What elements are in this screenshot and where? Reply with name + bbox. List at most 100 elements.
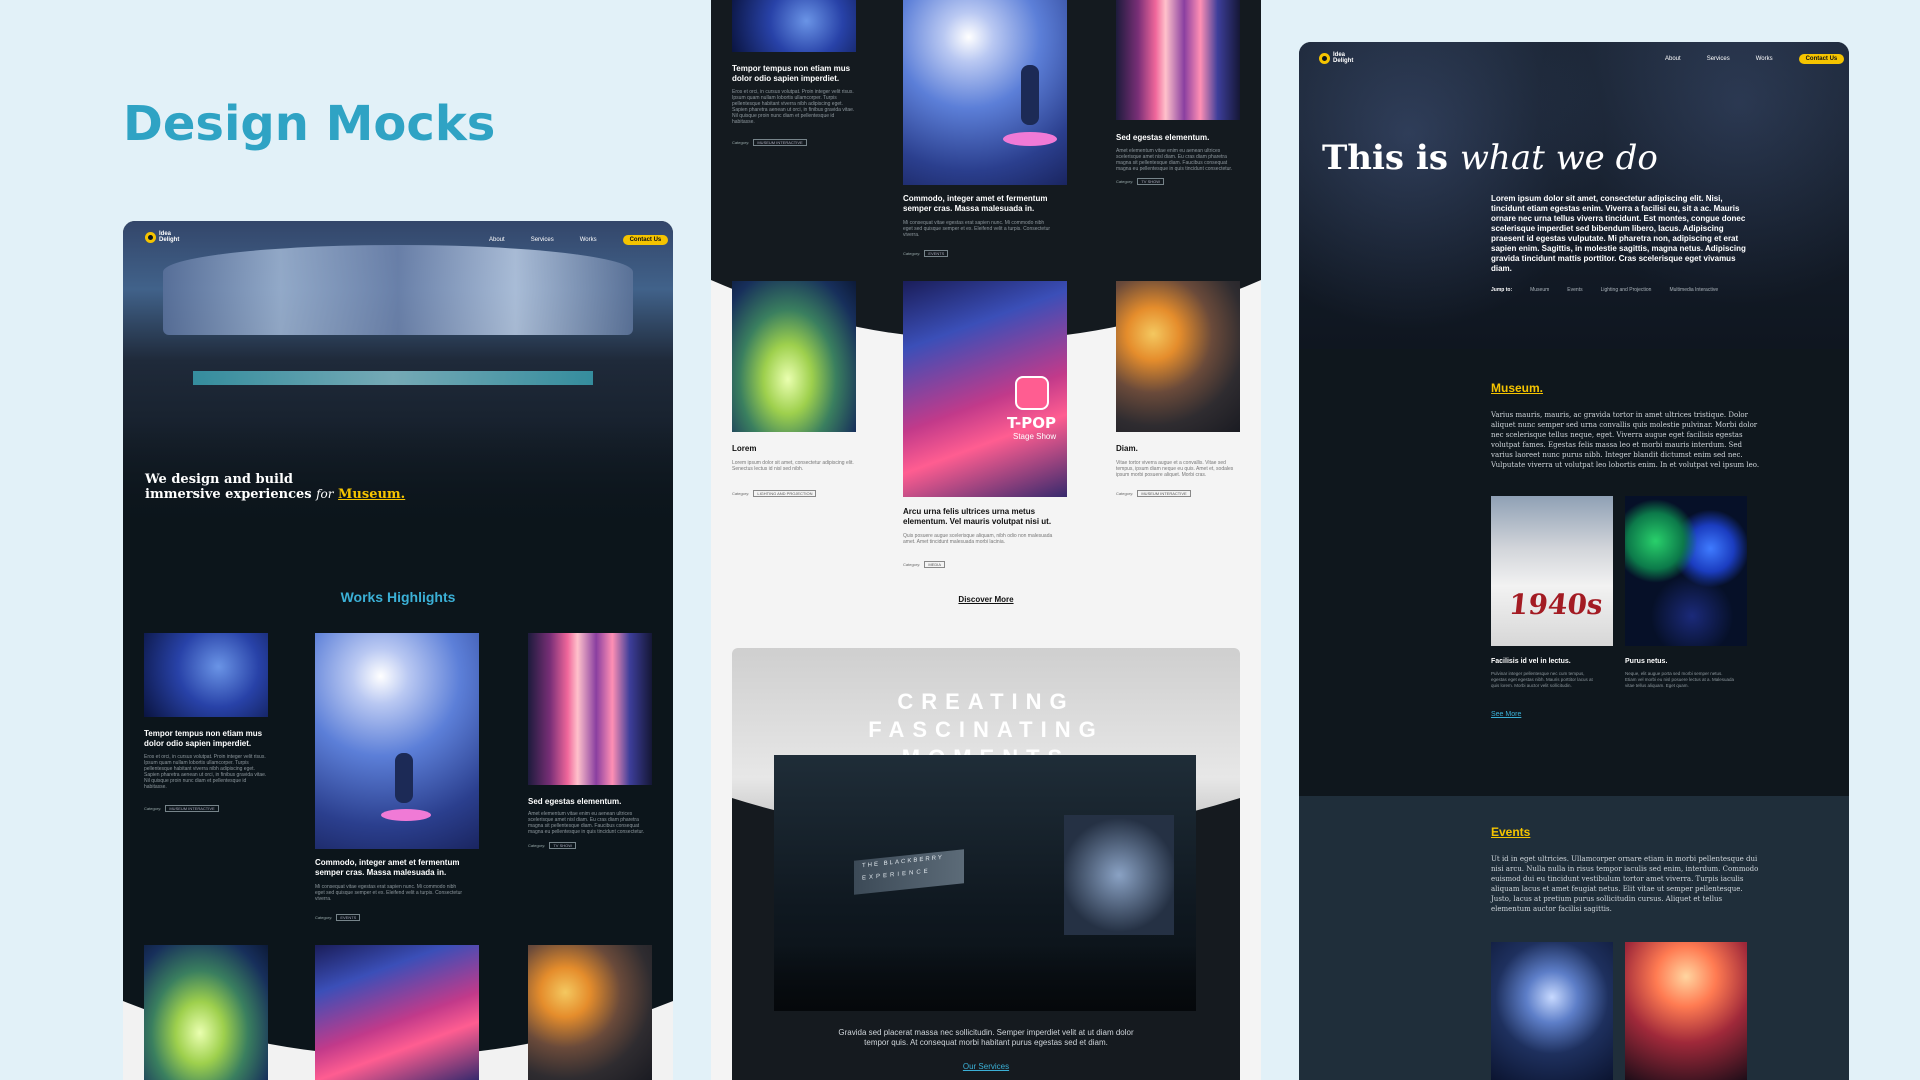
museum-body: Varius mauris, mauris, ac gravida tortor… [1491, 411, 1760, 469]
museum-card-1-title[interactable]: Facilisis id vel in lectus. [1491, 657, 1613, 667]
work-image-6[interactable] [528, 945, 652, 1080]
events-title: Events [1491, 825, 1531, 839]
category-label: Category: [144, 806, 162, 811]
nav-works[interactable]: Works [580, 237, 597, 243]
museum-card-2-title[interactable]: Purus netus. [1625, 657, 1747, 667]
works-card-1-category: Category: MUSEUM INTERACTIVE [732, 139, 807, 146]
top-nav: About Services Works Contact Us [489, 235, 669, 245]
tpop-subtext: Stage Show [1013, 432, 1057, 441]
nav-about[interactable]: About [489, 237, 505, 243]
category-tag[interactable]: MUSEUM INTERACTIVE [1137, 490, 1191, 497]
works-image-5[interactable]: T-POP Stage Show [903, 281, 1067, 497]
logo-text-2: Delight [1333, 58, 1354, 64]
work-image-3[interactable] [528, 633, 652, 785]
mock-services-page: Idea Delight About Services Works Contact… [1299, 42, 1849, 1080]
work-image-2[interactable] [315, 633, 479, 849]
category-tag[interactable]: EVENTS [336, 914, 361, 921]
work-image-4[interactable] [144, 945, 268, 1080]
hero-title-italic: what we do [1459, 138, 1658, 178]
works-card-3-title[interactable]: Sed egestas elementum. [1116, 133, 1240, 143]
museum-image-1940s[interactable]: 1940s [1491, 496, 1613, 646]
hero-body: Lorem ipsum dolor sit amet, consectetur … [1491, 194, 1746, 273]
logo-text-2: Delight [159, 237, 180, 243]
brand-logo[interactable]: Idea Delight [145, 231, 179, 243]
page-title: Design Mocks [123, 96, 496, 152]
events-body: Ut id in eget ultricies. Ullamcorper orn… [1491, 855, 1759, 913]
logo-mark-icon [145, 231, 156, 243]
card-1-category: Category: MUSEUM INTERACTIVE [144, 805, 219, 812]
category-tag[interactable]: LIGHTING AND PROJECTION [753, 490, 817, 497]
nav-works[interactable]: Works [1756, 56, 1773, 62]
img-1940s-text: 1940s [1507, 588, 1605, 621]
category-tag[interactable]: TV SHOW [549, 842, 577, 849]
nav-services[interactable]: Services [531, 237, 554, 243]
card-2-title[interactable]: Commodo, integer amet et fermentum sempe… [315, 858, 479, 878]
category-tag[interactable]: MUSEUM INTERACTIVE [165, 805, 219, 812]
museum-image-bokeh[interactable] [1625, 496, 1747, 646]
contact-button[interactable]: Contact Us [622, 235, 669, 245]
category-tag[interactable]: TV SHOW [1137, 178, 1165, 185]
card-2-category: Category: EVENTS [315, 914, 361, 921]
jump-link-lighting[interactable]: Lighting and Projection [1601, 287, 1652, 293]
category-tag[interactable]: MUSEUM INTERACTIVE [753, 139, 807, 146]
card-2-body: Mi consequat vitae egestas erat sapien n… [315, 884, 463, 902]
works-card-3-category: Category: TV SHOW [1116, 178, 1165, 185]
banner-line-1: CREATING [897, 689, 1075, 714]
jump-link-museum[interactable]: Museum [1530, 287, 1549, 293]
discover-more-link[interactable]: Discover More [711, 595, 1261, 604]
category-label: Category: [732, 140, 750, 145]
card-1-title[interactable]: Tempor tempus non etiam mus dolor odio s… [144, 729, 268, 749]
category-label: Category: [315, 915, 333, 920]
category-tag[interactable]: MEDIA [924, 561, 946, 568]
works-card-4-category: Category: LIGHTING AND PROJECTION [732, 490, 817, 497]
card-3-body: Amet elementum vitae enim eu aenean ultr… [528, 811, 645, 835]
hero-heading: We design and build immersive experience… [145, 473, 405, 502]
banner-caption: Gravida sed placerat massa nec sollicitu… [838, 1028, 1134, 1047]
category-label: Category: [732, 491, 750, 496]
tpop-text: T-POP [1007, 414, 1056, 432]
hero-line-2: immersive experiences [145, 487, 312, 502]
works-card-3-body: Amet elementum vitae enim eu aenean ultr… [1116, 148, 1233, 172]
category-label: Category: [903, 251, 921, 256]
hero-highlight[interactable]: Museum. [338, 487, 405, 502]
works-card-6-title[interactable]: Diam. [1116, 444, 1240, 454]
works-image-6[interactable] [1116, 281, 1240, 432]
works-image-4[interactable] [732, 281, 856, 432]
works-card-1-title[interactable]: Tempor tempus non etiam mus dolor odio s… [732, 64, 856, 84]
museum-card-2-body: Neque, elit augue porta sed morbi semper… [1625, 671, 1735, 688]
category-label: Category: [1116, 491, 1134, 496]
category-tag[interactable]: EVENTS [924, 250, 949, 257]
works-image-3[interactable] [1116, 0, 1240, 120]
works-card-4-body: Lorem ipsum dolor sit amet, consectetur … [732, 460, 854, 472]
card-3-title[interactable]: Sed egestas elementum. [528, 797, 652, 807]
jump-link-multimedia[interactable]: Multimedia Interactive [1669, 287, 1718, 293]
works-highlights-title: Works Highlights [340, 589, 456, 605]
works-card-6-body: Vitae tortor viverra augue et a convalli… [1116, 460, 1234, 478]
contact-button[interactable]: Contact Us [1798, 54, 1845, 64]
hero-title: This is what we do [1322, 138, 1658, 178]
nav-about[interactable]: About [1665, 56, 1681, 62]
work-image-1[interactable] [144, 633, 268, 717]
nav-services[interactable]: Services [1707, 56, 1730, 62]
works-card-1-body: Eros et orci, in cursus volutpat. Proin … [732, 89, 855, 125]
jump-link-events[interactable]: Events [1567, 287, 1582, 293]
category-label: Category: [903, 562, 921, 567]
works-image-2[interactable] [903, 0, 1067, 185]
top-nav: About Services Works Contact Us [1665, 54, 1845, 64]
works-image-1[interactable] [732, 0, 856, 52]
events-image-1[interactable] [1491, 942, 1613, 1080]
banner-line-2: FASCINATING [868, 717, 1104, 742]
works-card-2-category: Category: EVENTS [903, 250, 949, 257]
work-image-5[interactable] [315, 945, 479, 1080]
banner-stage-image: THE BLACKBERRY EXPERIENCE [774, 755, 1196, 1011]
jump-to-nav: Jump to: Museum Events Lighting and Proj… [1491, 287, 1718, 293]
card-3-category: Category: TV SHOW [528, 842, 577, 849]
our-services-link[interactable]: Our Services [732, 1062, 1240, 1071]
brand-logo[interactable]: Idea Delight [1319, 52, 1353, 64]
see-more-link[interactable]: See More [1491, 711, 1521, 718]
works-card-5-category: Category: MEDIA [903, 561, 946, 568]
works-card-2-title[interactable]: Commodo, integer amet et fermentum sempe… [903, 194, 1067, 214]
works-card-4-title[interactable]: Lorem [732, 444, 856, 454]
works-card-5-title[interactable]: Arcu urna felis ultrices urna metus elem… [903, 507, 1067, 527]
events-image-2[interactable] [1625, 942, 1747, 1080]
